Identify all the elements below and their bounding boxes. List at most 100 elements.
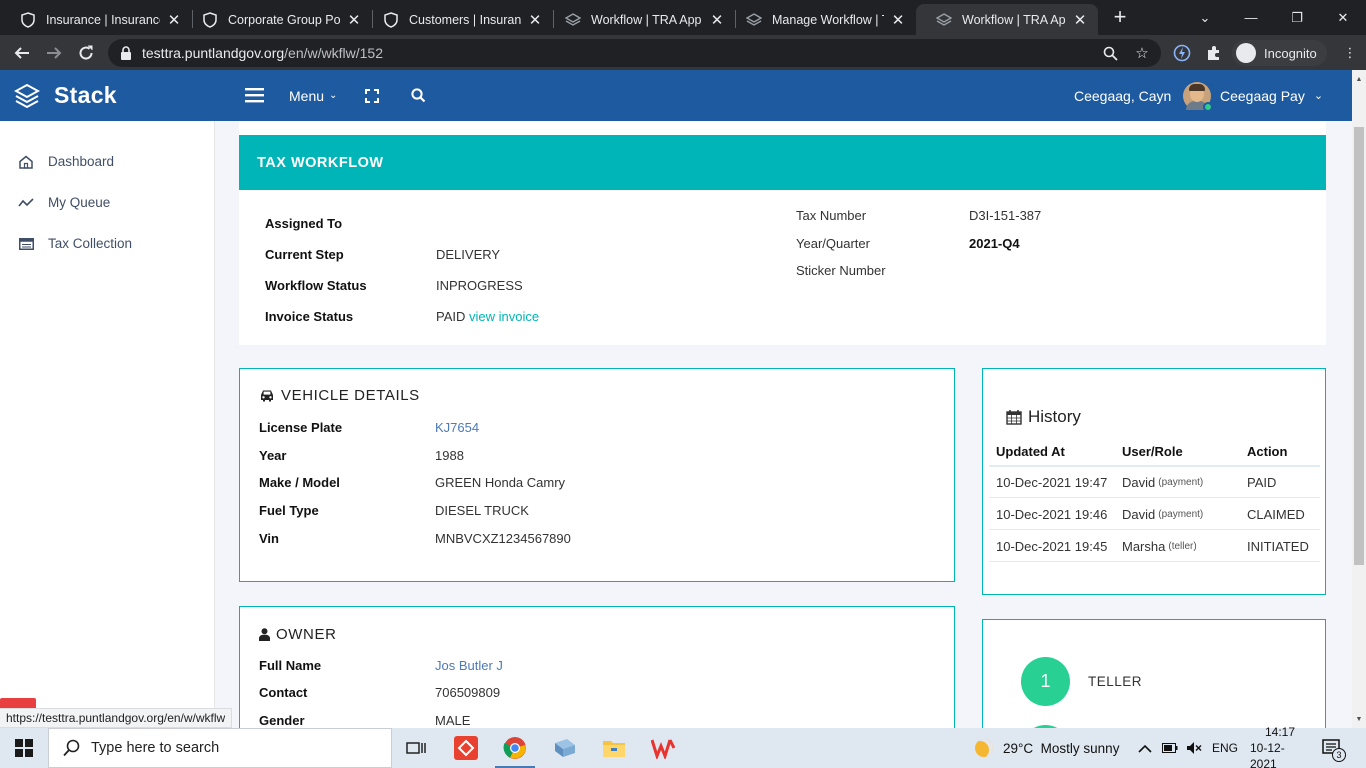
fuel-type-label: Fuel Type: [259, 503, 319, 518]
invoice-status-value: PAID view invoice: [436, 309, 540, 324]
history-header-row: Updated At User/Role Action: [989, 435, 1320, 467]
url-host: testtra.puntlandgov.org: [142, 45, 285, 61]
lock-icon: [121, 46, 131, 60]
chrome-app-icon[interactable]: [491, 728, 539, 768]
chevron-up-icon[interactable]: [1138, 728, 1152, 768]
address-bar[interactable]: testtra.puntlandgov.org/en/w/wkflw/152 ☆: [108, 39, 1161, 67]
user-menu[interactable]: Ceegaag Pay ⌄: [1183, 70, 1323, 121]
anydesk-app-icon[interactable]: [442, 728, 490, 768]
bookmark-star-icon[interactable]: ☆: [1128, 39, 1156, 67]
reload-icon[interactable]: [72, 39, 100, 67]
history-card: History Updated At User/Role Action 10-D…: [982, 368, 1326, 595]
user-short-name[interactable]: Ceegaag, Cayn: [1074, 70, 1171, 121]
stack-icon: [746, 12, 762, 28]
weather-widget[interactable]: 29°C Mostly sunny: [975, 728, 1119, 768]
close-icon[interactable]: ✕: [709, 11, 725, 29]
full-name-link[interactable]: Jos Butler J: [435, 658, 503, 673]
gender-label: Gender: [259, 713, 305, 728]
view-invoice-link[interactable]: view invoice: [469, 309, 539, 324]
close-icon[interactable]: ✕: [166, 11, 182, 29]
browser-tab-2[interactable]: Corporate Group Polic ✕: [182, 4, 372, 35]
close-icon[interactable]: ✕: [890, 11, 906, 29]
sidebar-item-dashboard[interactable]: Dashboard: [0, 141, 215, 182]
close-icon[interactable]: ✕: [527, 11, 543, 29]
license-plate-link[interactable]: KJ7654: [435, 420, 479, 435]
windows-taskbar: Type here to search 29°C Mostly sunny EN…: [0, 725, 1366, 768]
sidebar-item-my-queue[interactable]: My Queue: [0, 182, 215, 223]
browser-tab-6-active[interactable]: Workflow | TRA App ✕: [916, 4, 1098, 35]
minimize-icon[interactable]: —: [1228, 0, 1274, 35]
fullscreen-icon[interactable]: [365, 70, 379, 121]
battery-icon[interactable]: [1162, 728, 1178, 768]
menu-dropdown-button[interactable]: Menu ⌄: [289, 70, 337, 121]
avatar: [1183, 81, 1213, 112]
page-scrollbar[interactable]: ▲ ▼: [1352, 70, 1366, 728]
close-icon[interactable]: ✕: [1072, 11, 1088, 29]
browser-tab-5[interactable]: Manage Workflow | TF ✕: [726, 4, 916, 35]
chevron-down-icon: ⌄: [1313, 90, 1324, 102]
browser-toolbar: testtra.puntlandgov.org/en/w/wkflw/152 ☆…: [0, 35, 1366, 70]
restore-icon[interactable]: ❐: [1274, 0, 1320, 35]
stack-icon: [565, 12, 581, 28]
close-window-icon[interactable]: ✕: [1320, 0, 1366, 35]
windows-start-icon[interactable]: [0, 728, 48, 768]
browser-tab-1[interactable]: Insurance | Insurance ✕: [0, 4, 192, 35]
gender-value: MALE: [435, 713, 471, 728]
close-icon[interactable]: ✕: [346, 11, 362, 29]
wps-office-icon[interactable]: [639, 728, 687, 768]
app-icon[interactable]: [541, 728, 589, 768]
trend-icon: [18, 195, 34, 211]
car-icon: [259, 389, 275, 402]
back-icon[interactable]: [8, 39, 36, 67]
browser-tab-4[interactable]: Workflow | TRA App ✕: [545, 4, 735, 35]
notification-center-icon[interactable]: 3: [1322, 728, 1346, 768]
taskbar-search-input[interactable]: Type here to search: [48, 728, 392, 768]
year-value: 1988: [435, 448, 464, 463]
year-quarter-label: Year/Quarter: [796, 236, 870, 251]
forward-icon[interactable]: [40, 39, 68, 67]
sun-icon: [975, 739, 993, 757]
step-label: TELLER: [1088, 674, 1143, 689]
volume-muted-icon[interactable]: [1186, 728, 1202, 768]
current-step-label: Current Step: [265, 247, 344, 262]
search-icon[interactable]: [411, 70, 426, 121]
new-tab-button[interactable]: +: [1110, 5, 1130, 29]
online-status-dot: [1203, 101, 1213, 112]
language-indicator[interactable]: ENG: [1212, 728, 1238, 768]
table-row: 10-Dec-2021 19:46 David (payment) CLAIMED: [989, 498, 1320, 530]
stack-logo-icon: [14, 83, 40, 108]
card-title: TAX WORKFLOW: [239, 135, 1326, 190]
extension-icon[interactable]: [1168, 39, 1196, 67]
app-header: Stack Menu ⌄ Ceegaag, Cayn Ceegaag Pay ⌄: [0, 70, 1352, 121]
tax-number-value: D3I-151-387: [969, 208, 1042, 223]
col-user-role: User/Role: [1122, 443, 1183, 459]
puzzle-icon[interactable]: [1200, 39, 1228, 67]
more-menu-icon[interactable]: ⋮: [1336, 39, 1364, 67]
incognito-badge[interactable]: Incognito: [1232, 40, 1327, 66]
full-name-label: Full Name: [259, 658, 322, 673]
file-explorer-icon[interactable]: [590, 728, 638, 768]
sticker-number-label: Sticker Number: [796, 263, 886, 278]
sidebar: Dashboard My Queue Tax Collection: [0, 121, 215, 728]
user-icon: [259, 628, 270, 641]
make-model-label: Make / Model: [259, 475, 340, 490]
table-row: 10-Dec-2021 19:45 Marsha (teller) INITIAT…: [989, 530, 1320, 562]
clock[interactable]: 14:17 10-12-2021: [1250, 725, 1310, 768]
scroll-up-icon[interactable]: ▲: [1352, 72, 1366, 86]
chevron-down-icon: ⌄: [329, 90, 338, 101]
sidebar-item-tax-collection[interactable]: Tax Collection: [0, 223, 215, 264]
owner-title: OWNER: [259, 626, 337, 643]
brand-logo[interactable]: Stack: [14, 70, 117, 121]
owner-card: OWNER Full Name Jos Butler J Contact 706…: [239, 606, 955, 736]
shield-icon: [20, 11, 36, 28]
contact-value: 706509809: [435, 685, 501, 700]
tax-number-label: Tax Number: [796, 208, 867, 223]
hamburger-menu-icon[interactable]: [245, 70, 264, 121]
task-view-icon[interactable]: [392, 728, 440, 768]
zoom-search-icon[interactable]: [1096, 39, 1124, 67]
tab-search-icon[interactable]: ⌄: [1182, 0, 1228, 35]
scrollbar-thumb[interactable]: [1354, 127, 1364, 565]
stack-icon: [936, 12, 952, 28]
scroll-down-icon[interactable]: ▼: [1352, 712, 1366, 726]
browser-tab-3[interactable]: Customers | Insurance ✕: [363, 4, 553, 35]
